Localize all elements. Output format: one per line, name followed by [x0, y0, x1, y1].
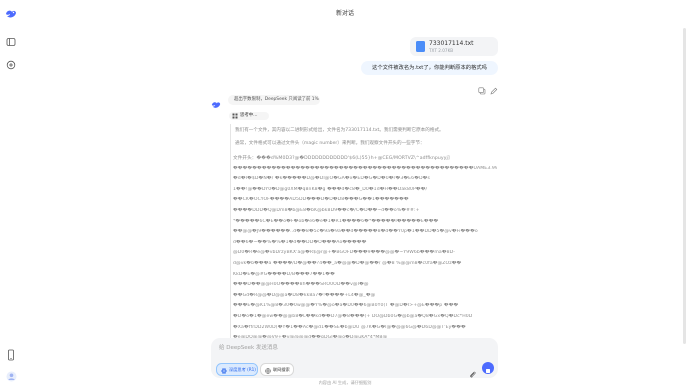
garbled-line: 文件开头：���d%M0D3?@�DDDDDDDDDDDD'$6(L)55}h+… — [233, 156, 450, 161]
garbled-line: KkD�E�@#G����D/B���7��1�� — [233, 271, 335, 277]
paperclip-icon[interactable] — [468, 364, 477, 378]
garbled-line: �d�I�$D�N�/ �k�����D@�DI@O�GA�x�ED�G�D�0… — [233, 176, 430, 182]
copy-icon[interactable] — [478, 80, 486, 95]
file-name: 733017114.txt — [429, 40, 474, 47]
globe-icon — [265, 367, 271, 374]
thinking-label: 思考中… — [240, 113, 258, 118]
garbled-line: ����������������������������������������… — [233, 165, 497, 171]
chat-input-box[interactable]: 给 DeepSeek 发送消息 深度思考 (R1) 联网搜索 — [211, 338, 498, 378]
garbled-line: �D�o�1�@ew��@@b8�L��kd��D7@�8���(+ DO@Db… — [233, 314, 473, 319]
garbled-line: ����DDD�Q@Dm8�b@E8�bK@bk8D9��c�/C�D��~d�… — [233, 208, 420, 213]
sidebar — [0, 0, 22, 388]
thinking-content: 我们有一个文件，其内容以二进制形式给出，文件名为733017114.txt。我们… — [230, 124, 501, 344]
garbled-line: @D0�R�e@�vbDrzyBKX'a@�R$@r@+�BGOFD���9��… — [233, 250, 456, 256]
truncation-notice: 超出字数限制，DeepSeek 只阅读了前 1% — [228, 95, 320, 105]
file-attachment-card[interactable]: 733017114.txt TXT 2.07KB — [410, 37, 498, 56]
garbled-line: 1��!@��DY0�D@g0XM�q8nK8�g ���d�c8�_D0�1d… — [233, 186, 428, 192]
send-button[interactable] — [482, 362, 494, 374]
truncation-notice-text: 超出字数限制，DeepSeek 只阅读了前 1% — [234, 97, 319, 102]
sidebar-toggle-icon[interactable] — [5, 36, 17, 48]
thinking-paragraph: 通常，文件格式可以通过文件头（magic number）来判断。我们观察文件开头… — [235, 141, 425, 146]
garbled-line: *�����6C�E��o�F�ob�e6�e�1�R1����6�*�����… — [233, 218, 439, 224]
thinking-paragraph: 我们有一个文件，其内容以二进制形式给出，文件名为733017114.txt。我们… — [235, 128, 444, 133]
garbled-line: ��Gd�R@@�D@@a�D8�kk8a7�!����+L4�@_�@ — [233, 292, 376, 298]
garbled-line: ��@@�J9������..d��8�5c�9a�9a��d�����8�d�… — [233, 229, 478, 235]
garbled-line: ���E�@K1%@8�30�0w@@�Y%�@o�a�D0��6@B0Y0(T… — [233, 303, 459, 309]
thinking-toggle[interactable]: 思考中… — [229, 112, 269, 120]
file-size: TXT 2.07KB — [429, 48, 454, 53]
thinking-icon — [232, 113, 238, 119]
footer-disclaimer: 内容由 AI 生成，请仔细甄别 — [318, 380, 372, 385]
mobile-icon[interactable] — [5, 349, 17, 361]
txt-file-icon — [416, 41, 425, 52]
page-title: 新对话 — [335, 10, 354, 17]
deep-think-button[interactable]: 深度思考 (R1) — [216, 363, 258, 376]
atom-icon — [221, 367, 227, 374]
scrollbar[interactable] — [683, 28, 686, 344]
user-message-bubble: 这个文件被改名为.txt了，你能判断原本的格式吗 — [361, 61, 498, 75]
web-search-button[interactable]: 联网搜索 — [260, 363, 294, 376]
web-search-label: 联网搜索 — [273, 367, 290, 372]
edit-icon[interactable] — [490, 80, 498, 95]
stop-icon — [486, 369, 490, 373]
deepseek-avatar-icon — [211, 95, 221, 108]
deep-think-label: 深度思考 (R1) — [229, 367, 256, 372]
garbled-line: d@vk�b���a ����/D�@��?4��_a�@@�D�@��/ @�… — [233, 261, 462, 266]
new-chat-icon[interactable] — [5, 59, 17, 71]
garbled-line: ��CK�OCYOF����AD5DD���D�D�D8���G��1�����… — [233, 197, 409, 203]
chat-input[interactable]: 给 DeepSeek 发送消息 — [219, 343, 278, 351]
garbled-line: d��6�~��%�%�1�d��DD�O���Ao����� — [233, 239, 367, 245]
garbled-line: ���D��@@H0O����8h���SRO0OD��v@I�@ — [233, 282, 369, 288]
garbled-line: �Xa�ffrDD2W0D(�Y�1��Ac�@d1��SE�b@DU @7K�… — [233, 324, 466, 330]
